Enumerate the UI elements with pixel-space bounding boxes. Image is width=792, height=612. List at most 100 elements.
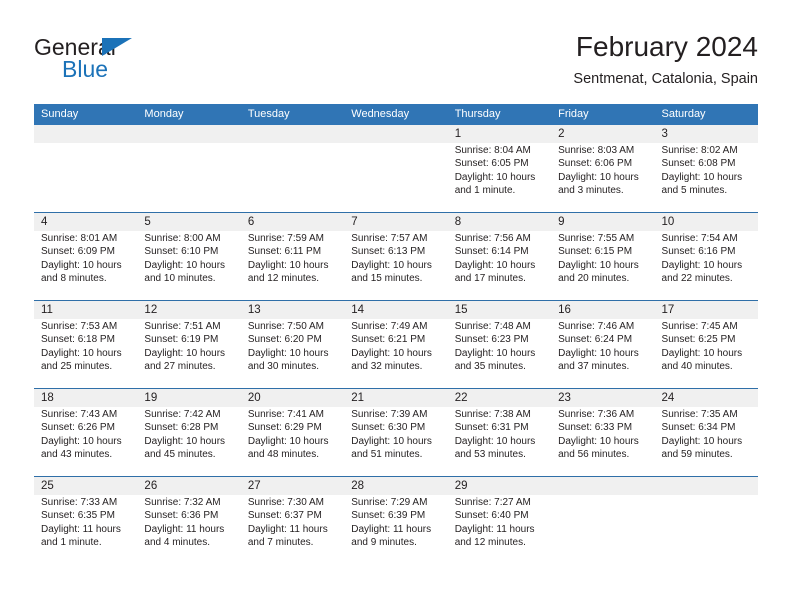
day-daylight-line: and 53 minutes. (454, 448, 526, 460)
day-sun-info: Sunrise: 7:55 AM Sunset: 6:15 PM Daylight:… (558, 232, 648, 285)
day-daylight-line: and 3 minutes. (558, 184, 624, 196)
calendar-day-cell[interactable]: 12 Sunrise: 7:51 AM Sunset: 6:19 PM Dayligh… (137, 301, 240, 388)
calendar-day-cell[interactable]: 16 Sunrise: 7:46 AM Sunset: 6:24 PM Dayligh… (551, 301, 654, 388)
calendar-day-cell[interactable]: 3 Sunrise: 8:02 AM Sunset: 6:08 PM Daylight… (655, 125, 758, 212)
day-sunrise-line: Sunrise: 7:55 AM (558, 233, 635, 244)
day-daylight-line: Daylight: 10 hours (144, 259, 226, 271)
day-daylight-line: Daylight: 10 hours (247, 259, 329, 271)
day-number: 27 (247, 480, 261, 492)
day-sunset-line: Sunset: 6:06 PM (558, 158, 633, 170)
day-sunset-line: Sunset: 6:36 PM (144, 510, 219, 522)
day-sunset-line: Sunset: 6:15 PM (558, 246, 633, 258)
day-sunrise-line: Sunrise: 8:01 AM (41, 233, 118, 244)
day-sunrise-line: Sunrise: 7:39 AM (351, 409, 428, 420)
calendar-day-cell[interactable]: 19 Sunrise: 7:42 AM Sunset: 6:28 PM Dayligh… (137, 389, 240, 476)
calendar-day-cell[interactable]: 26 Sunrise: 7:32 AM Sunset: 6:36 PM Dayligh… (137, 477, 240, 564)
day-daylight-line: and 20 minutes. (558, 272, 630, 284)
day-daylight-line: and 4 minutes. (144, 536, 211, 548)
day-daylight-line: and 1 minute. (454, 184, 516, 196)
day-sun-info: Sunrise: 7:46 AM Sunset: 6:24 PM Daylight:… (558, 320, 648, 373)
general-blue-logo[interactable]: General Blue (34, 34, 264, 90)
day-daylight-line: and 1 minute. (41, 536, 102, 548)
day-sun-info: Sunrise: 8:04 AM Sunset: 6:05 PM Daylight:… (455, 144, 545, 197)
day-number: 13 (247, 304, 261, 316)
calendar-day-cell[interactable]: 6 Sunrise: 7:59 AM Sunset: 6:11 PM Daylight… (241, 213, 344, 300)
day-sunrise-line: Sunrise: 7:50 AM (247, 321, 324, 332)
day-sunset-line: Sunset: 6:21 PM (351, 334, 426, 346)
calendar-day-cell[interactable]: 24 Sunrise: 7:35 AM Sunset: 6:34 PM Dayligh… (655, 389, 758, 476)
calendar-day-cell[interactable]: 18 Sunrise: 7:43 AM Sunset: 6:26 PM Dayligh… (34, 389, 137, 476)
day-sunset-line: Sunset: 6:30 PM (351, 422, 426, 434)
day-sun-info: Sunrise: 7:59 AM Sunset: 6:11 PM Daylight:… (248, 232, 338, 285)
calendar-day-cell[interactable]: 29 Sunrise: 7:27 AM Sunset: 6:40 PM Dayligh… (448, 477, 551, 564)
calendar-week-inner: 11 Sunrise: 7:53 AM Sunset: 6:18 PM Dayligh… (34, 301, 758, 388)
calendar-day-cell[interactable]: 8 Sunrise: 7:56 AM Sunset: 6:14 PM Daylight… (448, 213, 551, 300)
day-number: 17 (661, 304, 675, 316)
day-daylight-line: Daylight: 10 hours (144, 347, 226, 359)
day-sun-info: Sunrise: 7:33 AM Sunset: 6:35 PM Daylight:… (41, 496, 131, 549)
calendar-day-cell[interactable]: 13 Sunrise: 7:50 AM Sunset: 6:20 PM Dayligh… (241, 301, 344, 388)
calendar-day-cell-empty (34, 125, 137, 212)
calendar-day-cell[interactable]: 1 Sunrise: 8:04 AM Sunset: 6:05 PM Daylight… (448, 125, 551, 212)
day-daylight-line: and 12 minutes. (247, 272, 320, 284)
calendar-day-cell[interactable]: 21 Sunrise: 7:39 AM Sunset: 6:30 PM Dayligh… (344, 389, 447, 476)
day-sunset-line: Sunset: 6:37 PM (247, 510, 322, 522)
calendar-day-cell[interactable]: 4 Sunrise: 8:01 AM Sunset: 6:09 PM Daylight… (34, 213, 137, 300)
calendar-day-cell[interactable]: 22 Sunrise: 7:38 AM Sunset: 6:31 PM Dayligh… (448, 389, 551, 476)
day-sunrise-line: Sunrise: 7:57 AM (351, 233, 428, 244)
day-daylight-line: Daylight: 10 hours (558, 171, 639, 183)
day-sunrise-line: Sunrise: 8:02 AM (661, 145, 738, 156)
weekday-header-monday: Monday (144, 108, 184, 120)
day-daylight-line: Daylight: 10 hours (41, 347, 122, 359)
calendar-day-cell[interactable]: 10 Sunrise: 7:54 AM Sunset: 6:16 PM Dayligh… (655, 213, 758, 300)
weekday-header-friday: Friday (558, 108, 589, 120)
day-number: 8 (454, 216, 462, 228)
day-sun-info: Sunrise: 7:35 AM Sunset: 6:34 PM Daylight:… (662, 408, 752, 461)
day-daylight-line: Daylight: 11 hours (454, 523, 535, 535)
day-sun-info: Sunrise: 7:32 AM Sunset: 6:36 PM Daylight:… (144, 496, 234, 549)
day-sun-info: Sunrise: 7:50 AM Sunset: 6:20 PM Daylight:… (248, 320, 338, 373)
day-daylight-line: and 59 minutes. (661, 448, 733, 460)
day-sunrise-line: Sunrise: 8:04 AM (454, 145, 531, 156)
calendar-day-cell[interactable]: 23 Sunrise: 7:36 AM Sunset: 6:33 PM Dayligh… (551, 389, 654, 476)
day-daylight-line: and 22 minutes. (661, 272, 733, 284)
calendar-day-cell[interactable]: 27 Sunrise: 7:30 AM Sunset: 6:37 PM Dayligh… (241, 477, 344, 564)
day-sunrise-line: Sunrise: 7:38 AM (454, 409, 531, 420)
day-sunrise-line: Sunrise: 7:35 AM (661, 409, 738, 420)
day-sun-info: Sunrise: 7:29 AM Sunset: 6:39 PM Daylight:… (351, 496, 441, 549)
calendar-day-cell[interactable]: 20 Sunrise: 7:41 AM Sunset: 6:29 PM Dayligh… (241, 389, 344, 476)
calendar-page: General Blue February 2024 Sentmenat, Ca… (0, 0, 792, 612)
calendar-day-cell[interactable]: 28 Sunrise: 7:29 AM Sunset: 6:39 PM Dayligh… (344, 477, 447, 564)
calendar-day-cell-empty (344, 125, 447, 212)
day-sun-info: Sunrise: 8:01 AM Sunset: 6:09 PM Daylight:… (41, 232, 131, 285)
day-daylight-line: Daylight: 11 hours (144, 523, 225, 535)
calendar-day-cell[interactable]: 14 Sunrise: 7:49 AM Sunset: 6:21 PM Dayligh… (344, 301, 447, 388)
calendar-day-cell[interactable]: 2 Sunrise: 8:03 AM Sunset: 6:06 PM Daylight… (551, 125, 654, 212)
day-number: 29 (454, 480, 468, 492)
day-daylight-line: and 30 minutes. (247, 360, 320, 372)
day-sunrise-line: Sunrise: 7:30 AM (247, 497, 324, 508)
day-sun-info: Sunrise: 7:38 AM Sunset: 6:31 PM Daylight:… (455, 408, 545, 461)
weekday-header-saturday: Saturday (661, 108, 706, 120)
calendar-day-cell[interactable]: 11 Sunrise: 7:53 AM Sunset: 6:18 PM Dayligh… (34, 301, 137, 388)
calendar-day-cell[interactable]: 17 Sunrise: 7:45 AM Sunset: 6:25 PM Dayligh… (655, 301, 758, 388)
day-number: 23 (558, 392, 571, 404)
day-daylight-line: Daylight: 10 hours (558, 259, 639, 271)
calendar-day-cell[interactable]: 25 Sunrise: 7:33 AM Sunset: 6:35 PM Dayligh… (34, 477, 137, 564)
day-daylight-line: and 35 minutes. (454, 360, 526, 372)
calendar-day-cell[interactable]: 15 Sunrise: 7:48 AM Sunset: 6:23 PM Dayligh… (448, 301, 551, 388)
day-sun-info: Sunrise: 8:03 AM Sunset: 6:06 PM Daylight:… (558, 144, 648, 197)
day-sunrise-line: Sunrise: 7:32 AM (144, 497, 221, 508)
day-daylight-line: Daylight: 10 hours (351, 259, 432, 271)
day-daylight-line: Daylight: 10 hours (661, 435, 743, 447)
calendar-day-cell[interactable]: 7 Sunrise: 7:57 AM Sunset: 6:13 PM Daylight… (344, 213, 447, 300)
day-daylight-line: Daylight: 10 hours (41, 435, 122, 447)
day-daylight-line: and 7 minutes. (247, 536, 314, 548)
calendar-day-cell[interactable]: 9 Sunrise: 7:55 AM Sunset: 6:15 PM Daylight… (551, 213, 654, 300)
day-daylight-line: and 27 minutes. (144, 360, 216, 372)
calendar-week-row: 18 Sunrise: 7:43 AM Sunset: 6:26 PM Dayligh… (34, 388, 758, 476)
calendar-day-cell[interactable]: 5 Sunrise: 8:00 AM Sunset: 6:10 PM Daylight… (137, 213, 240, 300)
day-sun-info: Sunrise: 7:54 AM Sunset: 6:16 PM Daylight:… (662, 232, 752, 285)
day-sunset-line: Sunset: 6:33 PM (558, 422, 633, 434)
day-sunset-line: Sunset: 6:14 PM (454, 246, 529, 258)
